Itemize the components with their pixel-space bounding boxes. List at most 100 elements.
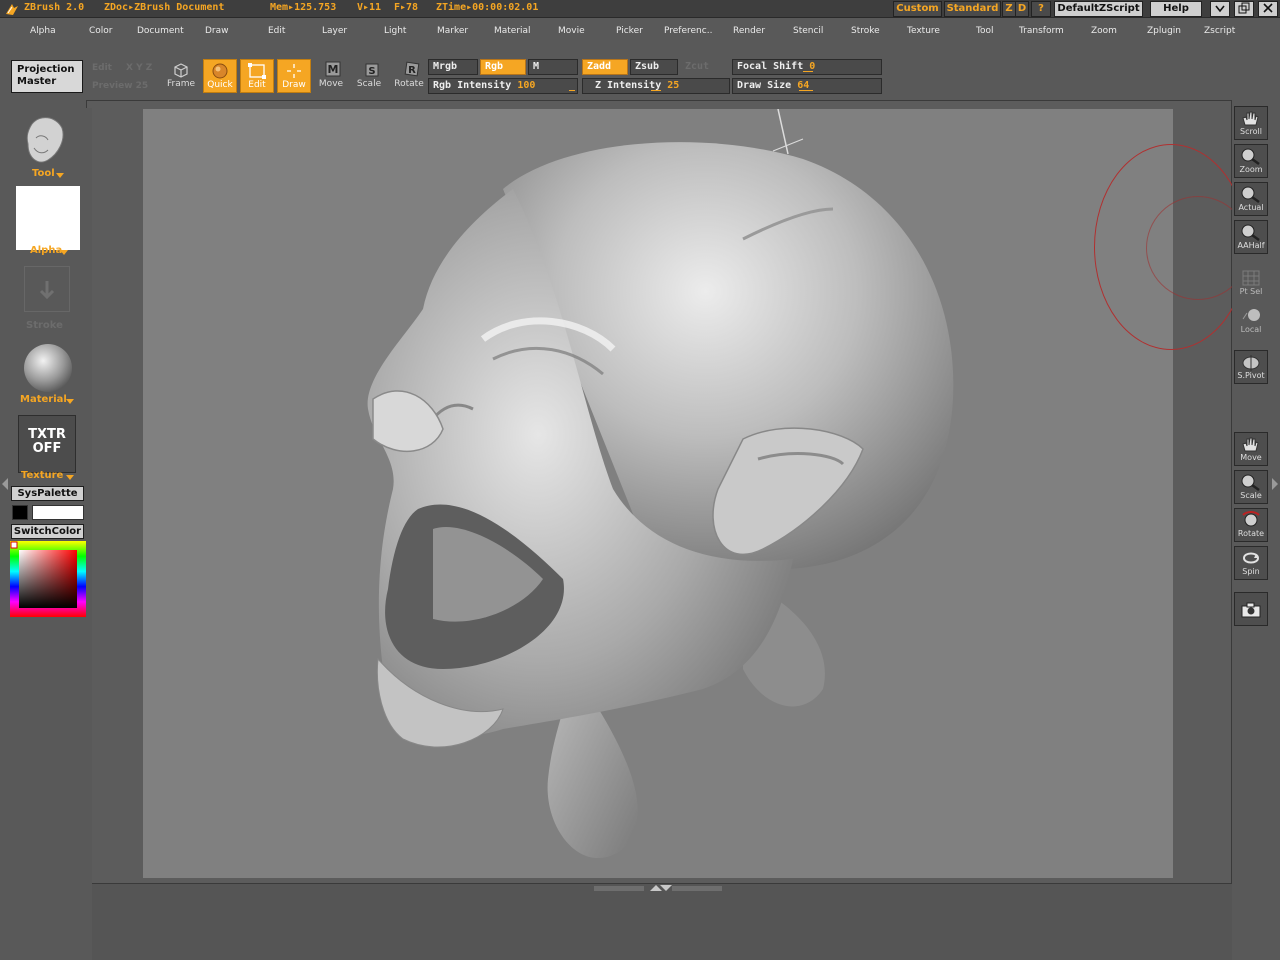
zsub-toggle[interactable]: Zsub: [630, 59, 678, 75]
texture-txtr-text: TXTR: [28, 427, 66, 442]
alpha-dropdown-icon[interactable]: [60, 248, 68, 258]
secondary-color-swatch[interactable]: [32, 505, 84, 520]
help-question-button[interactable]: ?: [1031, 1, 1051, 17]
local-button[interactable]: Local: [1234, 304, 1268, 338]
spin-label: Spin: [1242, 567, 1260, 576]
default-zscript-button[interactable]: DefaultZScript: [1054, 1, 1143, 17]
restore-icon[interactable]: [1234, 1, 1254, 17]
projection-master-label-1: Projection: [17, 64, 75, 75]
texture-off-button[interactable]: TXTR OFF: [18, 415, 76, 473]
z-button[interactable]: Z: [1002, 1, 1016, 17]
menu-light[interactable]: Light: [384, 26, 406, 36]
menu-preferences[interactable]: Preferenc..: [664, 26, 712, 36]
syspalette-button[interactable]: SysPalette: [11, 486, 84, 501]
magnifier-actual-icon: [1241, 186, 1260, 203]
m-toggle[interactable]: M: [528, 59, 578, 75]
material-label[interactable]: Material: [20, 394, 67, 405]
menu-picker[interactable]: Picker: [616, 26, 643, 36]
stroke-dots-icon: [39, 281, 55, 300]
menu-zplugin[interactable]: Zplugin: [1147, 26, 1181, 36]
move-view-button[interactable]: Move: [1234, 432, 1268, 466]
rotate-view-label: Rotate: [1237, 529, 1265, 538]
rotate-arrows-icon: [1242, 511, 1260, 527]
material-sphere-icon[interactable]: [22, 342, 74, 394]
document-canvas[interactable]: [143, 109, 1173, 878]
alpha-thumbnail[interactable]: [16, 186, 80, 250]
scale-view-button[interactable]: Scale: [1234, 470, 1268, 504]
tool-thumbnail-icon[interactable]: [22, 114, 68, 170]
spin-button[interactable]: Spin: [1234, 546, 1268, 580]
frame-button[interactable]: Frame: [164, 59, 198, 93]
standard-button[interactable]: Standard: [944, 1, 1001, 17]
mrgb-toggle[interactable]: Mrgb: [428, 59, 478, 75]
alpha-label[interactable]: Alpha: [30, 245, 62, 256]
stroke-thumbnail[interactable]: [24, 266, 70, 312]
aahalf-button[interactable]: AAHalf: [1234, 220, 1268, 254]
help-button[interactable]: Help: [1150, 1, 1202, 17]
menu-transform[interactable]: Transform: [1019, 26, 1064, 36]
spivot-button[interactable]: S.Pivot: [1234, 350, 1268, 384]
rotate-view-button[interactable]: Rotate: [1234, 508, 1268, 542]
texture-label[interactable]: Texture: [21, 470, 63, 481]
menu-zoom[interactable]: Zoom: [1091, 26, 1117, 36]
tool-dropdown-icon[interactable]: [56, 171, 64, 181]
menu-edit[interactable]: Edit: [268, 26, 285, 36]
material-dropdown-icon[interactable]: [66, 397, 74, 407]
scroll-button[interactable]: Scroll: [1234, 106, 1268, 140]
tool-label[interactable]: Tool: [32, 168, 55, 179]
menu-stencil[interactable]: Stencil: [793, 26, 823, 36]
draw-button[interactable]: Draw: [277, 59, 311, 93]
menu-layer[interactable]: Layer: [322, 26, 347, 36]
zadd-toggle[interactable]: Zadd: [582, 59, 628, 75]
scale-button[interactable]: S Scale: [352, 59, 386, 93]
menu-texture[interactable]: Texture: [907, 26, 940, 36]
snapshot-button[interactable]: [1234, 592, 1268, 626]
zoom-button[interactable]: Zoom: [1234, 144, 1268, 178]
color-picker-icon[interactable]: [10, 541, 86, 617]
ptsel-button[interactable]: Pt Sel: [1234, 266, 1268, 300]
rgb-toggle[interactable]: Rgb: [480, 59, 526, 75]
projection-master-button[interactable]: Projection Master: [11, 60, 83, 93]
minimize-icon[interactable]: [1210, 1, 1230, 17]
document-path[interactable]: ZDoc▸ZBrush Document: [104, 2, 224, 13]
z-intensity-slider[interactable]: Z Intensity 25: [582, 78, 730, 94]
ghost-preview-label: Preview 25: [92, 81, 149, 91]
menu-color[interactable]: Color: [89, 26, 113, 36]
z-intensity-value: 25: [667, 80, 680, 91]
menu-movie[interactable]: Movie: [558, 26, 585, 36]
menu-draw[interactable]: Draw: [205, 26, 229, 36]
title-bar: ZBrush 2.0 ZDoc▸ZBrush Document Mem▸125.…: [0, 0, 1280, 18]
edit-button[interactable]: Edit: [240, 59, 274, 93]
frame-cube-icon: [174, 63, 188, 78]
custom-button[interactable]: Custom: [893, 1, 942, 17]
menu-bar: Alpha Color Document Draw Edit Layer Lig…: [0, 18, 1280, 46]
focal-shift-slider[interactable]: Focal Shift 0: [732, 59, 882, 75]
menu-render[interactable]: Render: [733, 26, 765, 36]
canvas-resize-handle-icon[interactable]: [594, 884, 722, 892]
stroke-label[interactable]: Stroke: [26, 320, 63, 331]
rotate-button[interactable]: R Rotate: [392, 59, 426, 93]
rgb-intensity-slider[interactable]: Rgb Intensity 100: [428, 78, 578, 94]
svg-text:S: S: [368, 66, 375, 77]
menu-stroke[interactable]: Stroke: [851, 26, 880, 36]
menu-material[interactable]: Material: [494, 26, 531, 36]
menu-document[interactable]: Document: [137, 26, 184, 36]
right-tray-collapse-icon[interactable]: [1272, 478, 1278, 493]
actual-button[interactable]: Actual: [1234, 182, 1268, 216]
close-icon[interactable]: [1258, 1, 1278, 17]
sculpted-head-model[interactable]: [143, 109, 1173, 878]
switchcolor-button[interactable]: SwitchColor: [11, 524, 84, 539]
d-button[interactable]: D: [1015, 1, 1029, 17]
texture-dropdown-icon[interactable]: [66, 473, 74, 483]
menu-alpha[interactable]: Alpha: [30, 26, 56, 36]
move-button[interactable]: M Move: [314, 59, 348, 93]
left-tray-collapse-icon[interactable]: [2, 478, 8, 493]
quick-button[interactable]: Quick: [203, 59, 237, 93]
zcut-toggle[interactable]: Zcut: [680, 59, 730, 75]
draw-size-slider[interactable]: Draw Size 64: [732, 78, 882, 94]
primary-color-swatch[interactable]: [12, 505, 28, 520]
menu-zscript[interactable]: Zscript: [1204, 26, 1235, 36]
menu-marker[interactable]: Marker: [437, 26, 468, 36]
zbrush-logo-icon[interactable]: [4, 1, 20, 17]
menu-tool[interactable]: Tool: [976, 26, 993, 36]
